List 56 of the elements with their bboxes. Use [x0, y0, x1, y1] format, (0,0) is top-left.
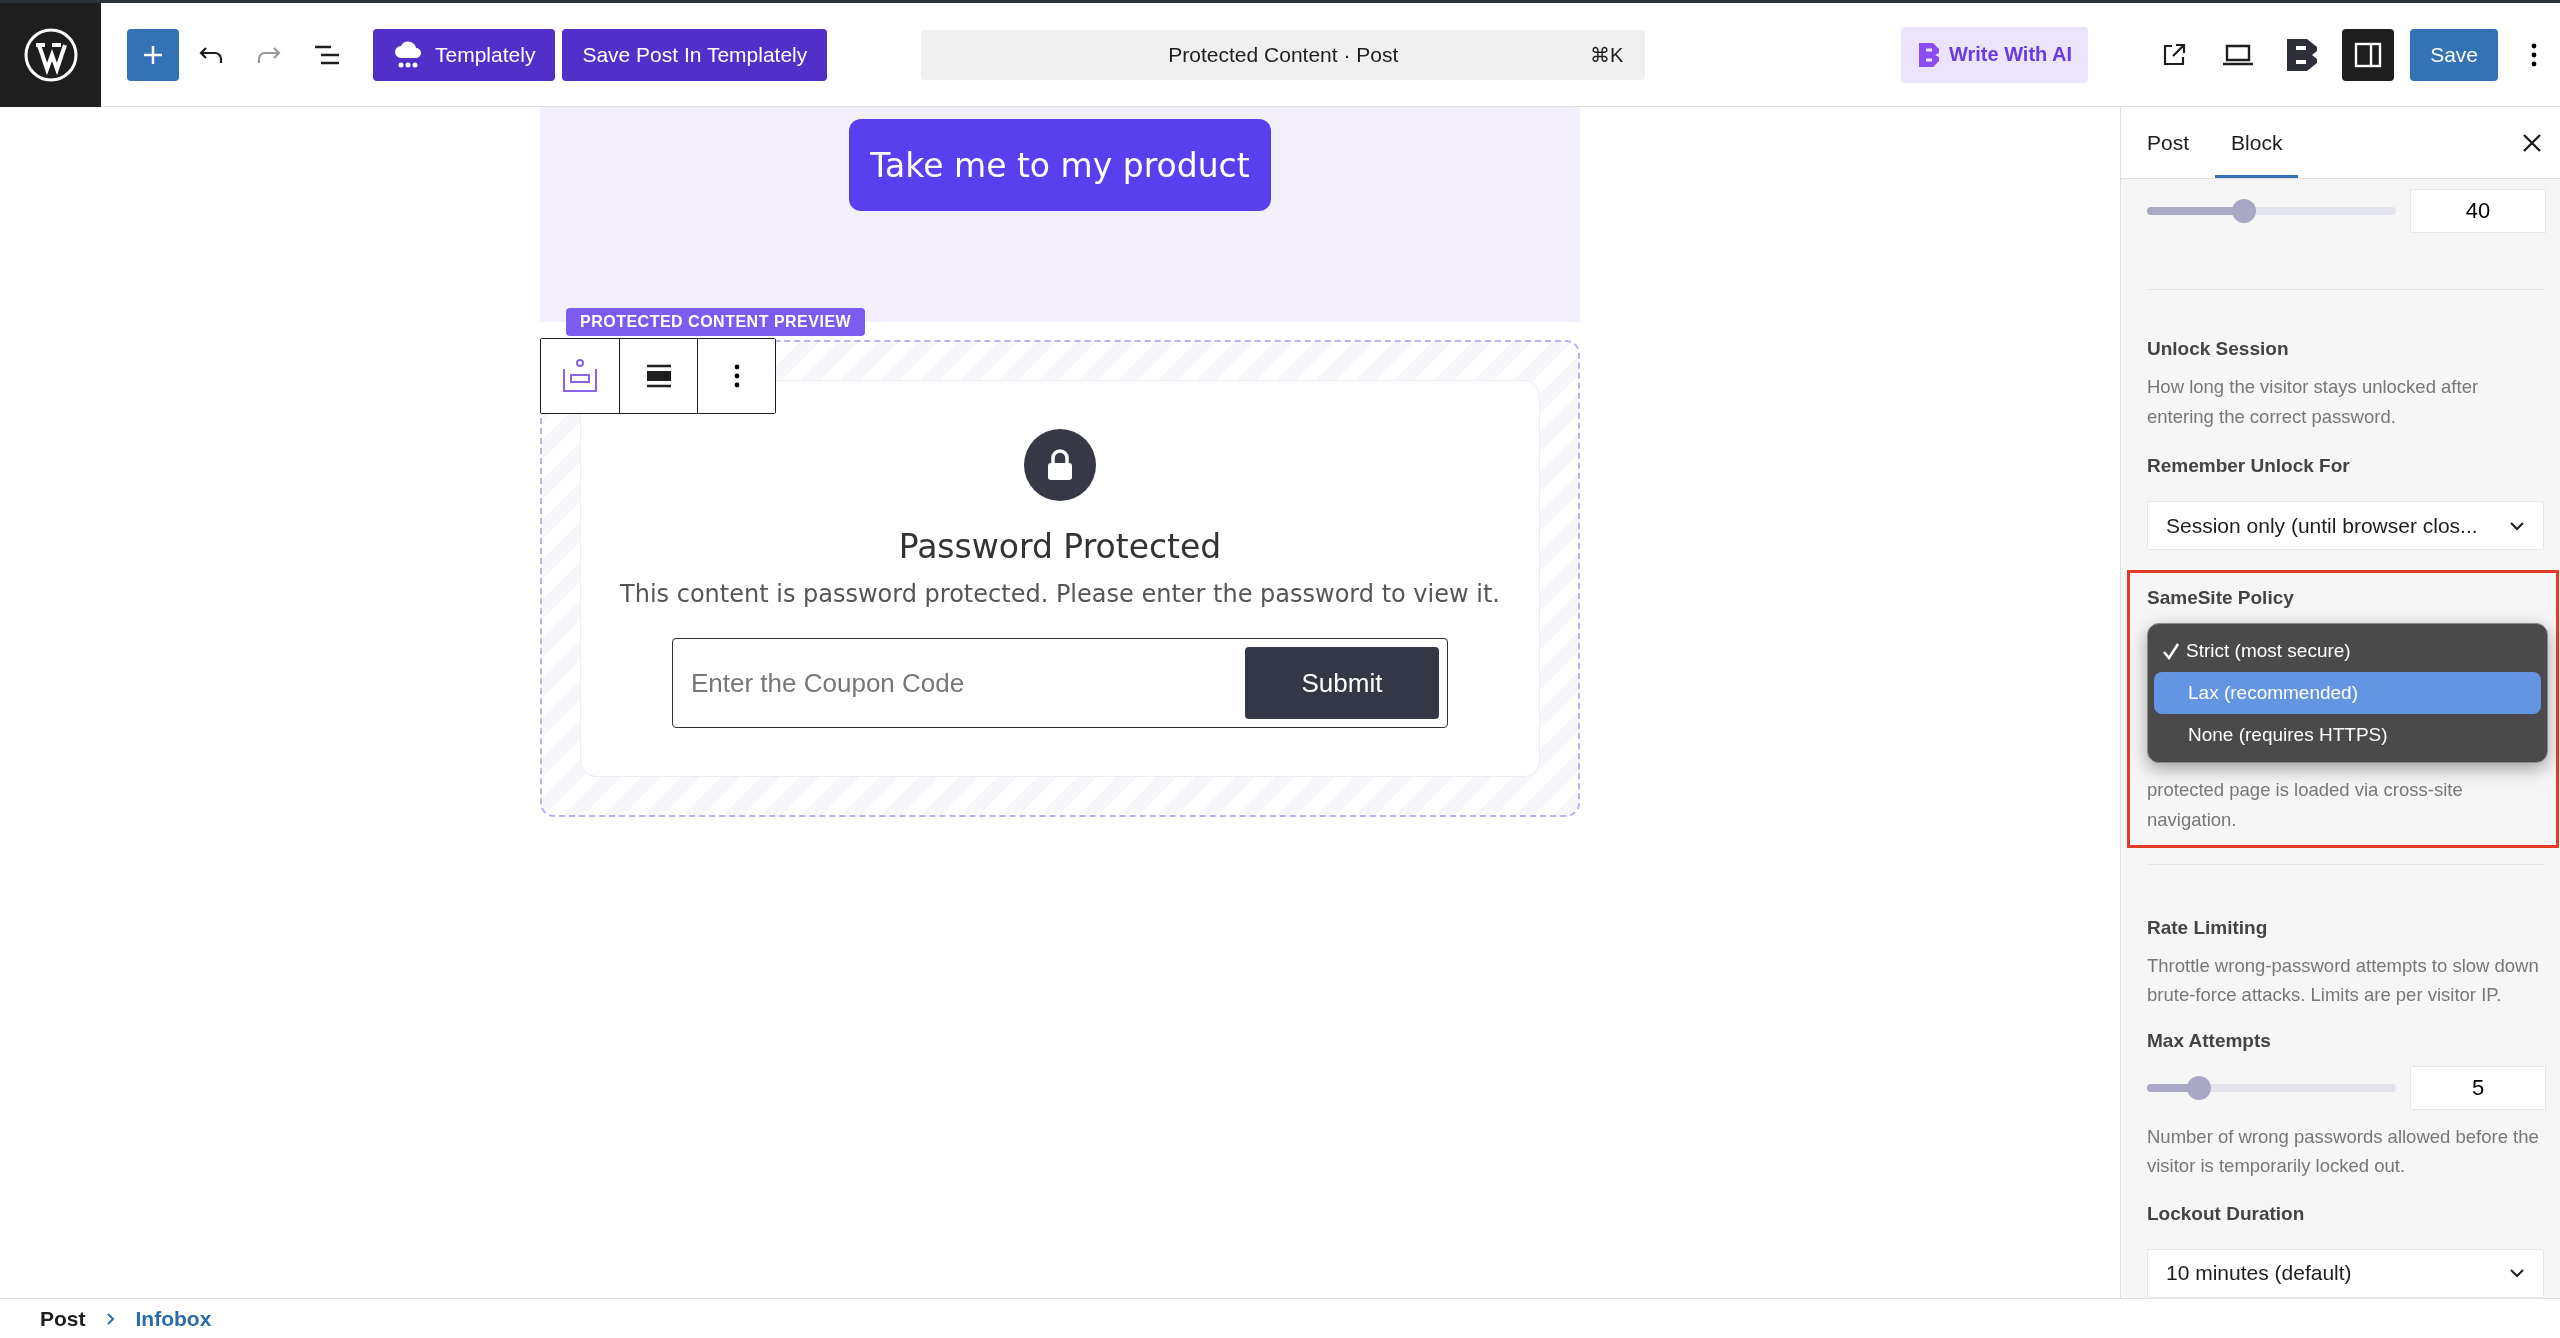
chevron-down-icon: [2509, 1268, 2525, 1279]
shortcut-hint: ⌘K: [1589, 42, 1624, 67]
number-input[interactable]: 40: [2410, 189, 2546, 233]
templately-button[interactable]: Templately: [373, 28, 556, 81]
coupon-field[interactable]: Enter the Coupon Code Submit: [672, 638, 1448, 728]
write-with-ai-button[interactable]: Write With AI: [1900, 26, 2089, 83]
section-title: Unlock Session: [2147, 338, 2290, 360]
align-icon: [645, 364, 672, 388]
more-vertical-icon: [2531, 41, 2537, 68]
redo-icon: [256, 44, 282, 65]
more-vertical-icon: [733, 363, 740, 389]
slider-handle[interactable]: [2187, 1075, 2212, 1100]
command-palette-button[interactable]: Protected Content · Post ⌘K: [921, 29, 1646, 80]
card-heading: Password Protected: [898, 527, 1222, 566]
sidebar-icon: [2354, 41, 2383, 68]
menu-option[interactable]: None (requires HTTPS): [2154, 714, 2541, 757]
lockout-duration-select[interactable]: 10 minutes (default): [2147, 1248, 2544, 1298]
section-description: How long the visitor stays unlocked after entering the correct password.: [2147, 375, 2480, 429]
product-button[interactable]: Take me to my product: [849, 119, 1271, 211]
breadcrumb-link[interactable]: Post: [40, 1306, 86, 1331]
wordpress-logo[interactable]: [0, 2, 101, 107]
number-input[interactable]: 5: [2410, 1065, 2546, 1110]
breadcrumb-link[interactable]: Infobox: [135, 1306, 212, 1331]
field-label: SameSite Policy: [2147, 587, 2295, 610]
chevron-right-icon: [105, 1311, 116, 1326]
submit-button[interactable]: Submit: [1245, 647, 1439, 719]
chevron-down-icon: [2509, 520, 2525, 531]
slider-handle[interactable]: [2232, 199, 2257, 223]
plus-icon: [142, 43, 164, 66]
field-label: Lockout Duration: [2147, 1202, 2306, 1225]
save-to-templately-button[interactable]: Save Post In Templately: [562, 28, 828, 81]
b-logo-icon: [1916, 40, 1941, 69]
remember-unlock-select[interactable]: Session only (until browser clos...: [2147, 501, 2544, 551]
menu-option[interactable]: Strict (most secure): [2154, 630, 2541, 673]
field-label: Remember Unlock For: [2147, 455, 2351, 478]
check-icon: [2162, 642, 2180, 661]
cloud-icon: [393, 39, 423, 70]
sidebar-tab[interactable]: Block: [2215, 107, 2299, 178]
sidebar-tab[interactable]: Post: [2131, 107, 2206, 178]
card-message: This content is password protected. Please enter the password to view it.: [620, 580, 1500, 608]
sidebar-toggle-button[interactable]: [2342, 28, 2395, 81]
b-logo-icon: [2285, 36, 2320, 73]
laptop-icon: [2222, 42, 2255, 67]
block-type-icon: [560, 357, 600, 395]
section-title: Rate Limiting: [2147, 916, 2269, 939]
field-label: Max Attempts: [2147, 1029, 2272, 1052]
preview-label: PROTECTED CONTENT PREVIEW: [566, 308, 866, 336]
save-button[interactable]: Save: [2410, 28, 2498, 81]
section-description: protected page is loaded via cross-site navigation.: [2147, 778, 2464, 832]
section-description: Throttle wrong-password attempts to slow down brute-force attacks. Limits are per visitor IP.: [2147, 953, 2540, 1008]
block-options-button[interactable]: [697, 339, 775, 413]
list-icon: [313, 43, 341, 66]
add-block-button[interactable]: [127, 28, 179, 81]
field-hint: Number of wrong passwords allowed before the visitor is temporarily locked out.: [2147, 1124, 2540, 1179]
close-icon: [2522, 132, 2542, 153]
undo-icon: [198, 44, 224, 65]
